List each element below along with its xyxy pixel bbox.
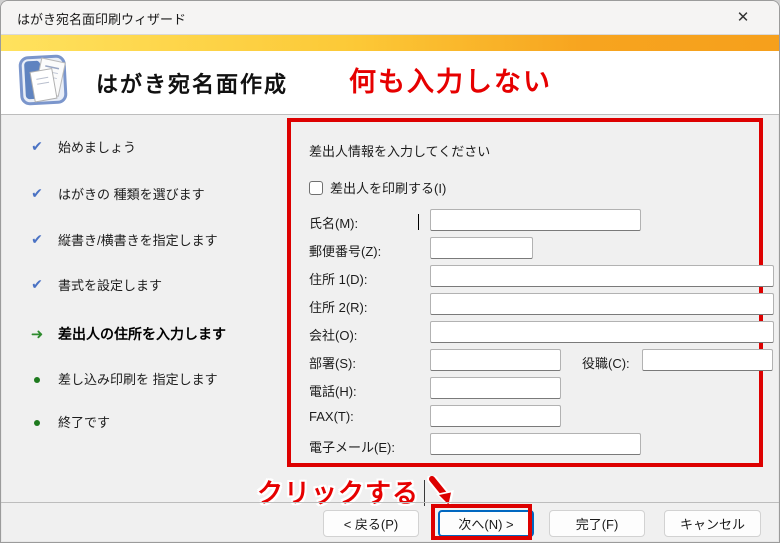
field-row-fax: FAX(T): bbox=[309, 405, 759, 429]
sidebar-step-orientation: ✔ 縦書き/横書きを指定します bbox=[1, 230, 287, 250]
finish-button[interactable]: 完了(F) bbox=[549, 510, 645, 537]
text-caret bbox=[418, 214, 419, 230]
check-icon: ✔ bbox=[31, 231, 43, 247]
field-row-department: 部署(S): 役職(C): bbox=[309, 349, 773, 373]
sidebar-step-sender: ➜ 差出人の住所を入力します bbox=[1, 324, 287, 344]
phone-input[interactable] bbox=[430, 377, 561, 399]
page-title: はがき宛名面作成 bbox=[96, 72, 289, 97]
field-row-postal: 郵便番号(Z): bbox=[309, 237, 759, 261]
address2-input[interactable] bbox=[430, 293, 774, 315]
wizard-window: はがき宛名面印刷ウィザード ✕ はがき宛名面作成 何も入力しない ✔ 始めましょ… bbox=[0, 0, 780, 543]
company-input[interactable] bbox=[430, 321, 774, 343]
address1-input[interactable] bbox=[430, 265, 774, 287]
window-title: はがき宛名面印刷ウィザード bbox=[17, 12, 187, 27]
accent-band bbox=[1, 35, 779, 51]
sidebar-step-type: ✔ はがきの 種類を選びます bbox=[1, 184, 287, 204]
sidebar-step-finish: 終了です bbox=[1, 412, 287, 432]
postcard-wizard-icon bbox=[15, 54, 75, 117]
annotation-no-input: 何も入力しない bbox=[349, 67, 552, 97]
bottom-separator bbox=[1, 502, 779, 503]
field-row-email: 電子メール(E): bbox=[309, 433, 759, 457]
next-button[interactable]: 次へ(N) > bbox=[438, 510, 534, 537]
name-input[interactable] bbox=[430, 209, 641, 231]
print-sender-row: 差出人を印刷する(I) bbox=[309, 178, 446, 197]
print-sender-checkbox[interactable] bbox=[309, 180, 323, 195]
header: はがき宛名面作成 何も入力しない bbox=[1, 51, 779, 115]
position-input[interactable] bbox=[642, 349, 773, 371]
check-icon: ✔ bbox=[31, 276, 43, 292]
fax-input[interactable] bbox=[430, 405, 561, 427]
department-input[interactable] bbox=[430, 349, 561, 371]
field-row-company: 会社(O): bbox=[309, 321, 774, 345]
field-row-phone: 電話(H): bbox=[309, 377, 759, 401]
sidebar-step-mailmerge: 差し込み印刷を 指定します bbox=[1, 369, 287, 389]
sender-info-form: 差出人情報を入力してください 差出人を印刷する(I) 氏名(M): 郵便番号(Z… bbox=[287, 118, 774, 467]
annotation-click-here: クリックする bbox=[257, 478, 420, 508]
sidebar-step-start: ✔ 始めましょう bbox=[1, 137, 287, 157]
sidebar-step-format: ✔ 書式を設定します bbox=[1, 275, 287, 295]
field-row-address1: 住所 1(D): bbox=[309, 265, 774, 289]
title-bar: はがき宛名面印刷ウィザード ✕ bbox=[1, 1, 779, 35]
check-icon: ✔ bbox=[31, 138, 43, 154]
field-row-address2: 住所 2(R): bbox=[309, 293, 774, 317]
close-icon[interactable]: ✕ bbox=[729, 7, 757, 29]
bullet-icon bbox=[28, 370, 46, 388]
postal-code-input[interactable] bbox=[430, 237, 533, 259]
field-row-name: 氏名(M): bbox=[309, 209, 759, 233]
cancel-button[interactable]: キャンセル bbox=[664, 510, 761, 537]
back-button[interactable]: < 戻る(P) bbox=[323, 510, 419, 537]
form-heading: 差出人情報を入力してください bbox=[309, 144, 491, 159]
check-icon: ✔ bbox=[31, 185, 43, 201]
email-input[interactable] bbox=[430, 433, 641, 455]
current-step-arrow-icon: ➜ bbox=[30, 326, 44, 343]
bullet-icon bbox=[28, 413, 46, 431]
print-sender-label: 差出人を印刷する(I) bbox=[330, 181, 447, 196]
